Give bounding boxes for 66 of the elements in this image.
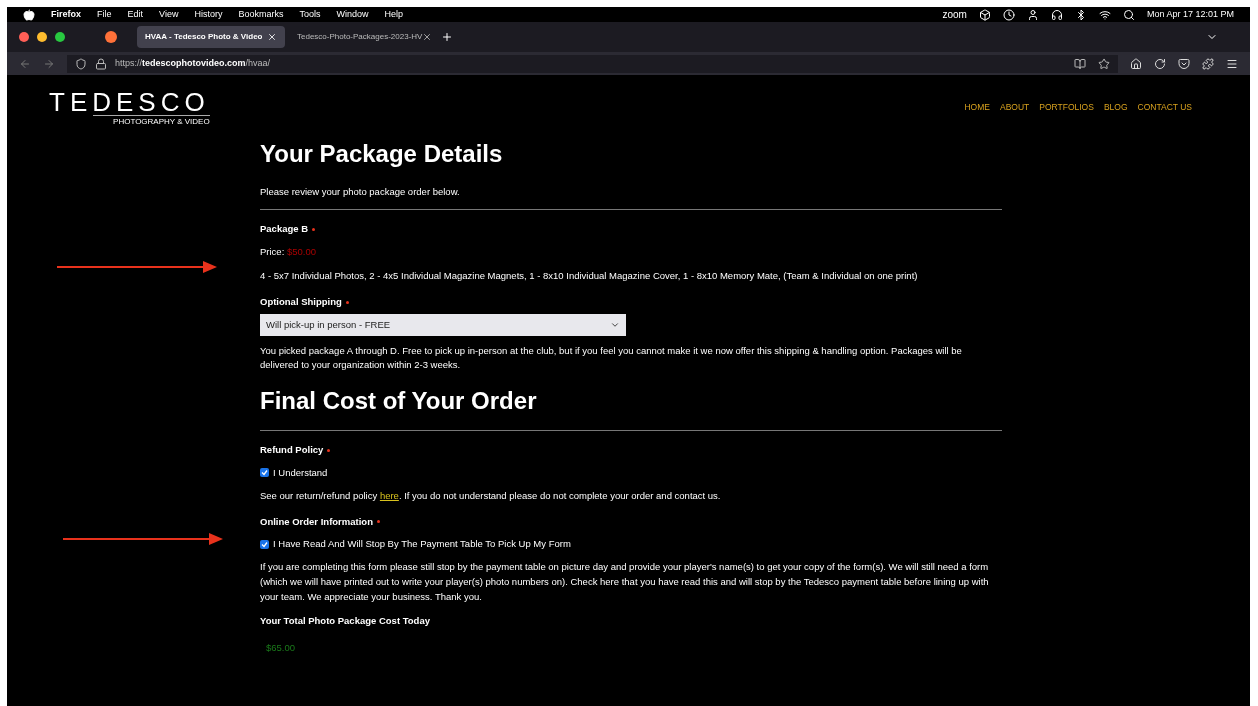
total-label: Your Total Photo Package Cost Today	[260, 614, 431, 629]
field-label: Refund Policy	[260, 443, 324, 458]
search-icon	[1122, 8, 1135, 21]
menu-item[interactable]: Edit	[127, 7, 144, 22]
field-label: Optional Shipping	[260, 295, 342, 309]
wifi-icon	[1098, 8, 1111, 21]
menu-app-name[interactable]: Firefox	[51, 7, 81, 22]
field-label: Online Order Information	[260, 514, 373, 529]
browser-tab[interactable]: Tedesco-Photo-Packages-2023-HV	[289, 26, 437, 48]
menu-clock: Mon Apr 17 12:01 PM	[1146, 7, 1234, 21]
site-logo[interactable]: TEDESCO PHOTOGRAPHY & VIDEO	[49, 89, 210, 127]
checkbox[interactable]	[260, 539, 269, 549]
zoom-status-text[interactable]: zoom	[942, 7, 967, 22]
checkbox-label[interactable]: I Understand	[273, 465, 328, 480]
clock-icon	[1002, 8, 1015, 21]
menu-item[interactable]: Window	[336, 7, 369, 22]
total-amount: $65.00	[266, 640, 297, 655]
checkmark-icon	[261, 469, 268, 477]
puzzle-icon	[1202, 57, 1214, 70]
nav-link[interactable]: CONTACT US	[1137, 101, 1192, 114]
checkbox[interactable]	[260, 468, 269, 478]
field-label: Package B	[260, 222, 309, 237]
menu-item[interactable]: History	[194, 7, 223, 22]
intro-text: Please review your photo package order below.	[260, 185, 461, 199]
browser-tab[interactable]: HVAA - Tedesco Photo & Video	[137, 26, 285, 48]
shield-icon	[75, 57, 87, 70]
apple-icon	[23, 8, 35, 21]
browser-logo-icon	[105, 31, 117, 43]
section-heading: Your Package Details	[260, 139, 504, 169]
home-icon	[1130, 57, 1142, 70]
policy-link[interactable]: here	[379, 489, 399, 501]
menu-item[interactable]: View	[159, 7, 179, 22]
required-mark	[312, 227, 316, 231]
lock-icon	[95, 57, 107, 70]
menu-item[interactable]: Help	[384, 7, 403, 22]
menu-item[interactable]: Tools	[299, 7, 321, 22]
menu-item[interactable]: Bookmarks	[238, 7, 284, 22]
required-mark	[327, 448, 331, 452]
close-icon[interactable]	[267, 32, 277, 42]
star-icon	[1098, 57, 1110, 70]
close-icon[interactable]	[422, 32, 433, 42]
section-heading: Final Cost of Your Order	[260, 386, 538, 417]
reload-icon	[1154, 57, 1166, 70]
new-tab-icon[interactable]	[441, 31, 453, 43]
nav-link[interactable]: BLOG	[1103, 101, 1128, 114]
forward-icon	[43, 57, 55, 70]
nav-link[interactable]: ABOUT	[1000, 101, 1030, 114]
required-mark	[345, 300, 349, 304]
nav-link[interactable]: HOME	[964, 101, 990, 114]
policy-note: If you are completing this form please still stop by the payment table on picture day and provide your player's name(s) to get your copy of the form(s). We will still need a form (which we will have printed out to write your player(s) photo numbers on). Check here that you have read this and will stop by the Tedesco payment table before lining up with your team. We appreciate your business. Thank you.	[260, 560, 990, 605]
headphones-icon	[1050, 8, 1063, 21]
shipping-note: You picked package A through D. Free to pick up in-person at the club, but if you feel you cannot make it we now offer this shipping & handling option. Packages will be delivered to your organization within 2-3 weeks.	[260, 344, 963, 373]
nav-link[interactable]: PORTFOLIOS	[1039, 101, 1094, 114]
menu-item[interactable]: File	[97, 7, 112, 22]
user-icon	[1026, 8, 1039, 21]
price-text: Price: $50.00	[260, 244, 317, 259]
shipping-select[interactable]: Will pick-up in person - FREE	[260, 314, 626, 337]
required-mark	[376, 520, 380, 524]
package-contents: 4 - 5x7 Individual Photos, 2 - 4x5 Individual Magazine Magnets, 1 - 8x10 Individual Magazine Cover, 1 - 8x10 Memory Mate, (Team & Individual on one print)	[260, 268, 919, 283]
checkbox-label[interactable]: I Have Read And Will Stop By The Payment Table To Pick Up My Form	[273, 537, 571, 552]
address-bar[interactable]: https://tedescophotovideo.com/hvaa/	[67, 54, 1118, 73]
checkmark-icon	[261, 540, 268, 548]
back-icon	[19, 57, 31, 70]
reader-icon	[1074, 57, 1086, 70]
menu-icon	[1226, 57, 1238, 70]
policy-note: See our return/refund policy here. If you do not understand please do not complete your order and contact us.	[260, 488, 722, 503]
